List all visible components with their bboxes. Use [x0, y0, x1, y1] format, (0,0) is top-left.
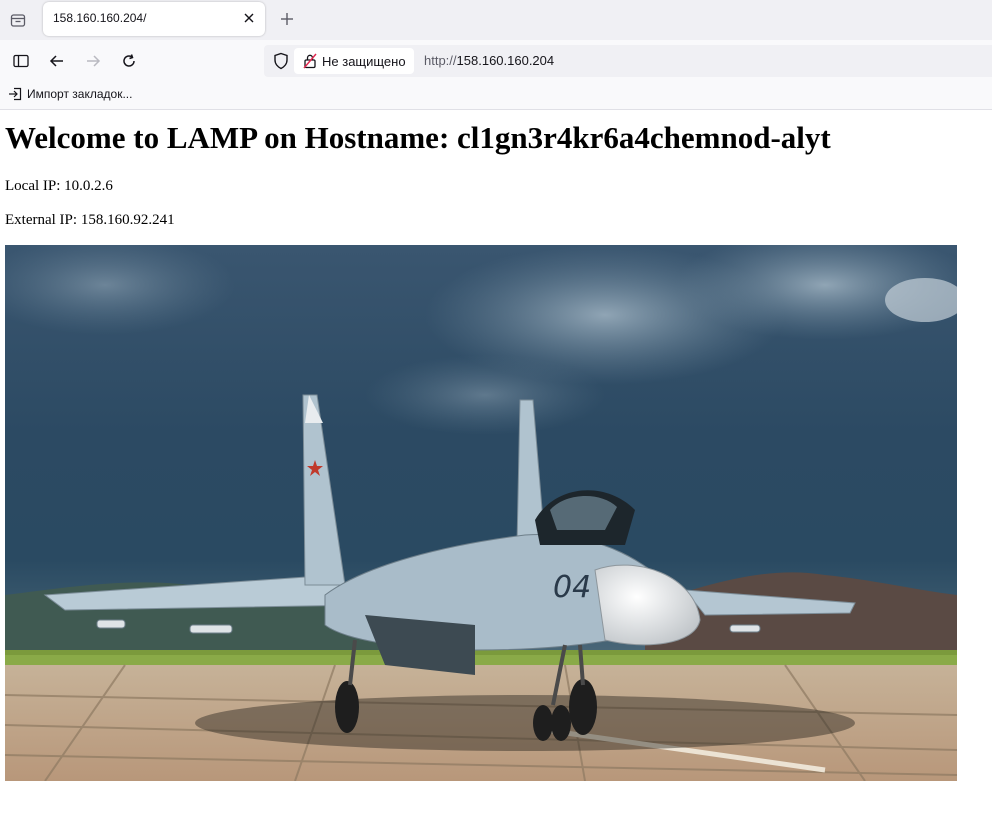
import-icon	[9, 87, 22, 101]
tab-list-icon	[10, 14, 26, 27]
list-all-tabs-button[interactable]	[4, 6, 32, 34]
external-ip-text: External IP: 158.160.92.241	[5, 212, 175, 228]
tab-title: 158.160.160.204/	[53, 11, 147, 25]
tab-strip: 158.160.160.204/	[0, 0, 992, 40]
import-bookmarks-label: Импорт закладок...	[27, 87, 133, 101]
back-button[interactable]	[44, 48, 70, 74]
not-secure-label: Не защищено	[322, 53, 406, 69]
url-scheme: http://	[424, 53, 457, 68]
insecure-lock-icon	[303, 53, 317, 69]
sidebar-icon	[13, 54, 29, 68]
close-icon	[244, 13, 254, 23]
fighter-jet-photo: 04	[5, 245, 957, 781]
page-content: Welcome to LAMP on Hostname: cl1gn3r4kr6…	[0, 110, 992, 838]
tab-close-button[interactable]	[241, 10, 257, 26]
plus-icon	[281, 13, 293, 25]
page-heading: Welcome to LAMP on Hostname: cl1gn3r4kr6…	[5, 120, 831, 155]
address-bar[interactable]: Не защищено http://158.160.160.204	[264, 45, 992, 77]
import-bookmarks-button[interactable]: Импорт закладок...	[8, 87, 132, 101]
forward-button[interactable]	[80, 48, 106, 74]
reload-button[interactable]	[116, 48, 142, 74]
arrow-right-icon	[87, 55, 101, 67]
aircraft-number: 04	[553, 570, 591, 605]
local-ip-text: Local IP: 10.0.2.6	[5, 178, 113, 194]
bookmarks-toolbar: Импорт закладок...	[0, 82, 992, 110]
sidebar-toggle-button[interactable]	[8, 48, 34, 74]
arrow-left-icon	[49, 55, 63, 67]
url-host: 158.160.160.204	[456, 53, 555, 68]
navigation-toolbar: Не защищено http://158.160.160.204	[0, 40, 992, 82]
new-tab-button[interactable]	[276, 8, 298, 30]
fighter-jet-illustration: 04	[5, 245, 957, 781]
reload-icon	[123, 54, 135, 67]
tab-active[interactable]: 158.160.160.204/	[43, 2, 265, 36]
url-text[interactable]: http://158.160.160.204	[424, 53, 554, 68]
site-security-indicator[interactable]: Не защищено	[294, 48, 414, 74]
tracking-protection-shield-icon[interactable]	[272, 52, 290, 70]
